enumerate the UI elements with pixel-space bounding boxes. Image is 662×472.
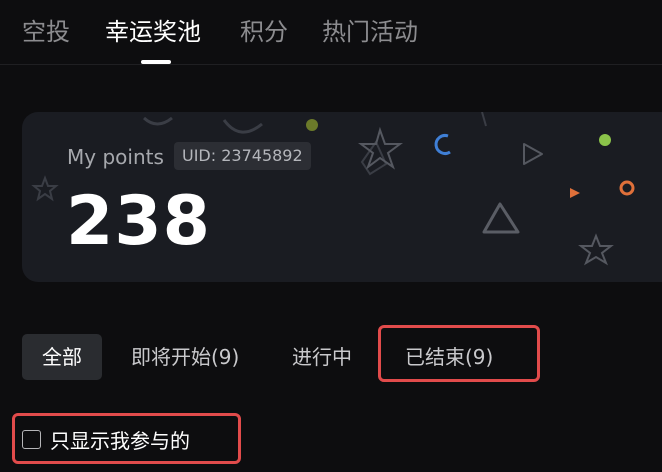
star-small-icon [31, 175, 59, 202]
tab-airdrop[interactable]: 空投 [22, 12, 70, 47]
only-mine-label: 只显示我参与的 [50, 428, 190, 453]
arc-decoration [222, 119, 263, 134]
top-tab-bar: 空投 幸运奖池 积分 热门活动 [0, 0, 662, 65]
triangle-icon [482, 202, 520, 234]
arc-decoration-left [142, 116, 173, 126]
green-dot-icon [599, 134, 611, 146]
orange-ring-icon [619, 180, 635, 196]
filter-tab-ongoing[interactable]: 进行中 [292, 334, 352, 380]
points-label: My points [67, 145, 164, 169]
filter-tab-ended[interactable]: 已结束(9) [405, 334, 493, 380]
blue-moon-icon [434, 134, 451, 155]
filter-tab-all[interactable]: 全部 [22, 334, 102, 380]
tab-hot-events[interactable]: 热门活动 [322, 12, 418, 47]
play-triangle-icon [523, 143, 543, 165]
points-card: My points UID: 23745892 238 [22, 112, 662, 282]
active-tab-indicator [141, 60, 171, 64]
filter-tab-upcoming[interactable]: 即将开始(9) [131, 334, 239, 380]
star-icon-right [578, 233, 614, 266]
tab-points[interactable]: 积分 [240, 12, 288, 47]
only-mine-checkbox-row[interactable]: 只显示我参与的 [22, 424, 190, 454]
tab-lucky-pool[interactable]: 幸运奖池 [105, 12, 201, 47]
uid-badge[interactable]: UID: 23745892 [174, 142, 311, 170]
orange-triangle-icon [570, 188, 580, 198]
dash-decoration [481, 112, 487, 127]
olive-dot-icon [306, 119, 318, 131]
only-mine-checkbox[interactable] [22, 429, 41, 449]
points-value: 238 [66, 182, 211, 261]
star-icon [358, 126, 403, 170]
